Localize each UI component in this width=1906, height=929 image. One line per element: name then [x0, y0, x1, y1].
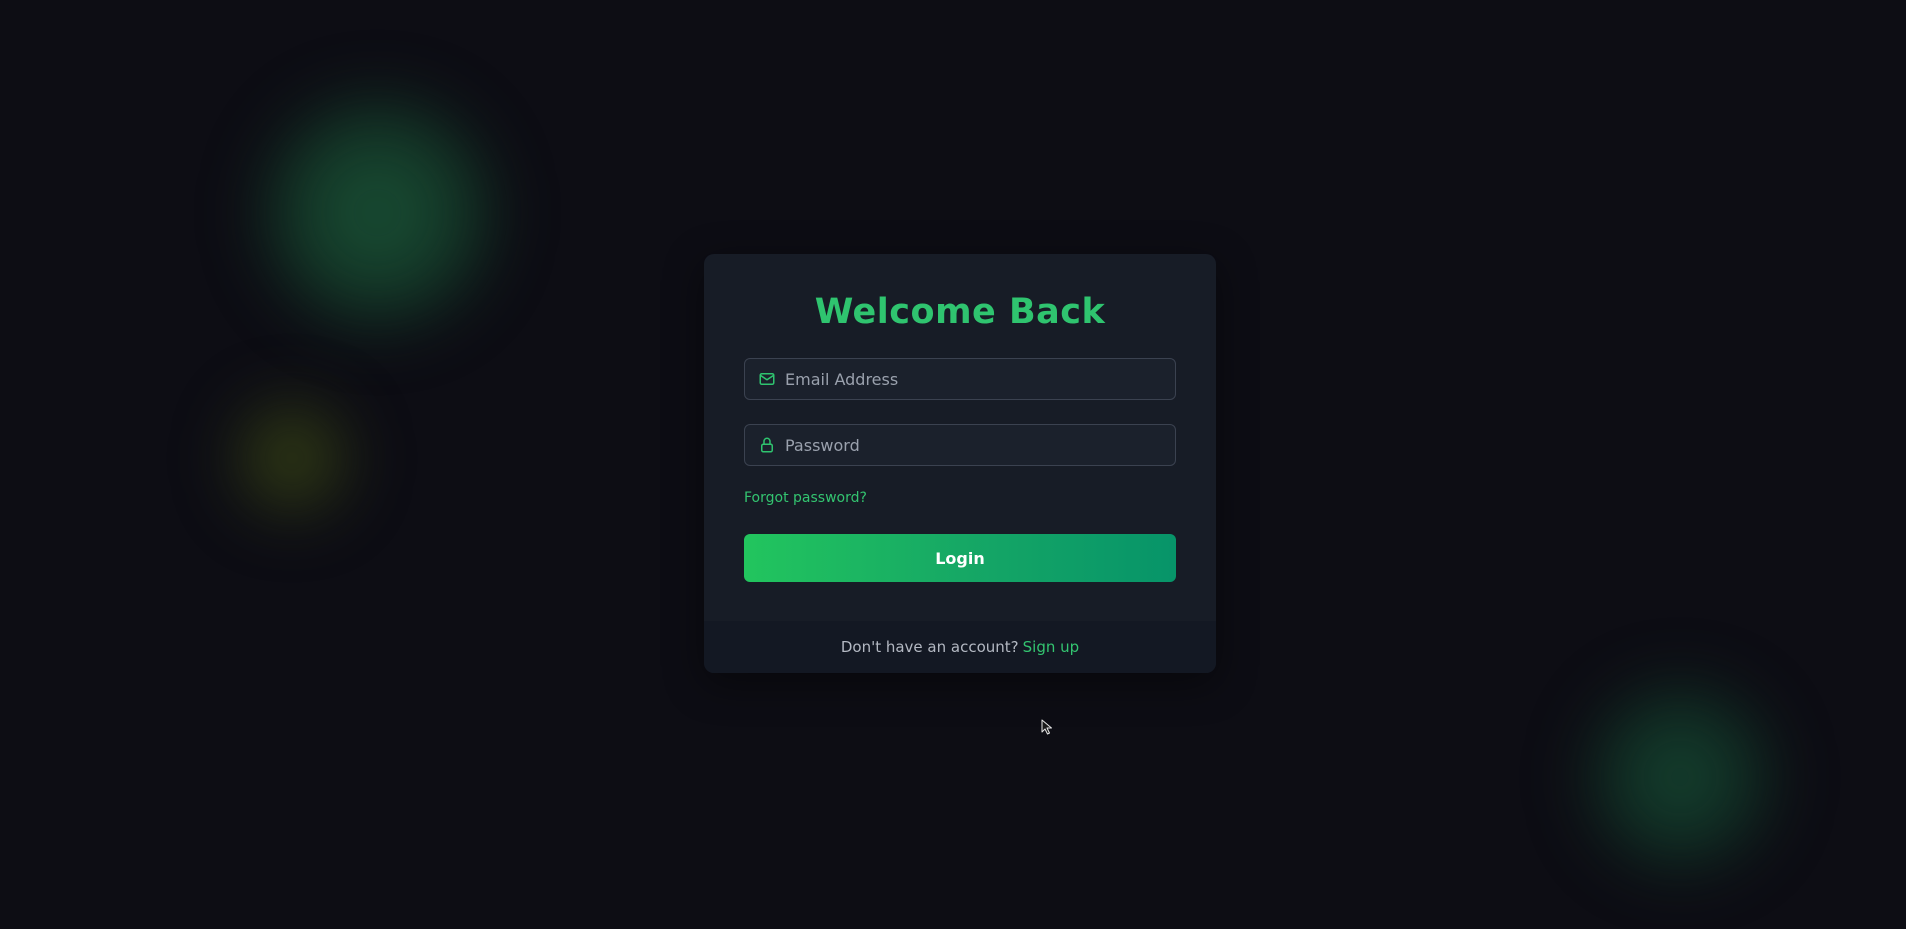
password-input[interactable] — [785, 425, 1175, 465]
forgot-password-link[interactable]: Forgot password? — [744, 490, 867, 506]
page-background: Welcome Back Forgot password? Login Don'… — [0, 0, 1906, 929]
signup-footer: Don't have an account? Sign up — [704, 621, 1216, 673]
page-title: Welcome Back — [814, 292, 1106, 332]
lock-icon — [761, 437, 773, 453]
background-glow-green — [250, 85, 505, 340]
background-glow-olive — [222, 388, 362, 528]
email-field[interactable] — [744, 358, 1176, 400]
background-glow-teal — [1575, 672, 1785, 882]
mouse-cursor-icon — [1041, 719, 1052, 735]
signup-prompt: Don't have an account? — [840, 638, 1019, 656]
signup-link[interactable]: Sign up — [1023, 638, 1080, 656]
mail-icon — [759, 373, 775, 385]
email-input[interactable] — [785, 359, 1175, 399]
password-field[interactable] — [744, 424, 1176, 466]
login-button[interactable]: Login — [744, 534, 1176, 582]
login-card: Welcome Back Forgot password? Login Don'… — [704, 254, 1216, 673]
